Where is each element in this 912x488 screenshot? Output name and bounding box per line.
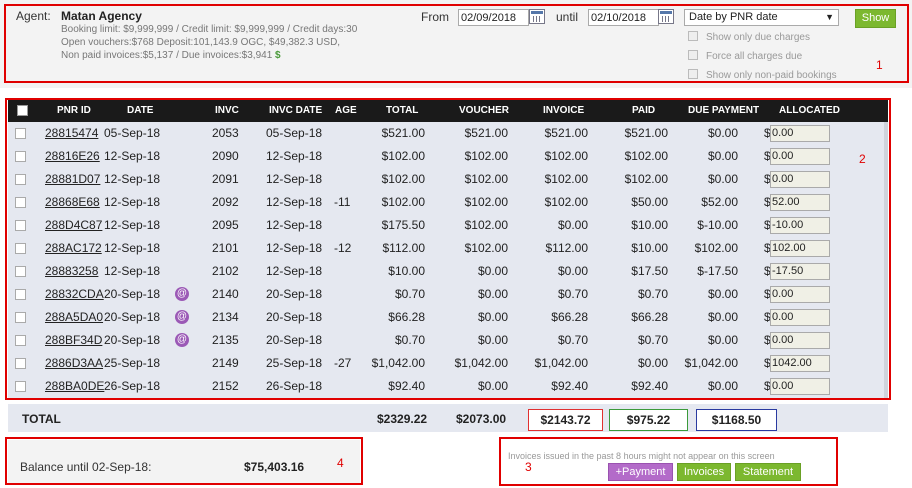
- annotation-number-1: 1: [876, 58, 883, 72]
- total-due-box: $1168.50: [696, 409, 777, 431]
- total-label: TOTAL: [22, 412, 61, 426]
- total-voucher: $2073.00: [456, 412, 507, 426]
- annotation-number-2: 2: [859, 152, 866, 166]
- total-invoice-box: $2143.72: [528, 409, 603, 431]
- total-paid-box: $975.22: [609, 409, 688, 431]
- annotation-number-4: 4: [337, 456, 344, 470]
- annotation-box-4: [5, 437, 363, 485]
- annotation-box-1: [4, 4, 909, 83]
- total-amount: $2329.22: [377, 412, 428, 426]
- totals-row: TOTAL $2329.22 $2073.00 $2143.72 $975.22…: [8, 404, 888, 432]
- annotation-box-2: [5, 98, 891, 400]
- annotation-box-3: [499, 437, 838, 486]
- annotation-number-3: 3: [525, 460, 532, 474]
